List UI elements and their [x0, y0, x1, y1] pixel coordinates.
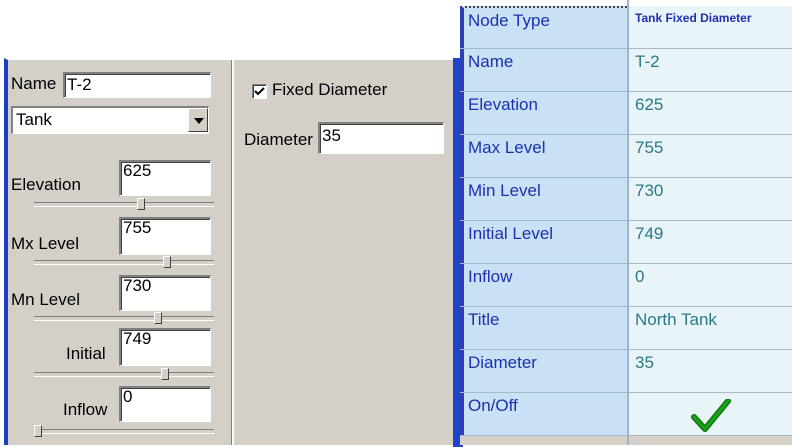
- slider-thumb[interactable]: [34, 425, 42, 437]
- slider-track: [34, 202, 214, 207]
- grid-row[interactable]: On/Off: [460, 393, 792, 436]
- elevation-label: Elevation: [11, 175, 81, 194]
- grid-property-name: Diameter: [460, 350, 627, 392]
- elevation-slider[interactable]: [34, 198, 214, 210]
- name-input[interactable]: T-2: [63, 72, 211, 98]
- max-level-slider[interactable]: [34, 256, 214, 268]
- grid-property-value[interactable]: 730: [629, 178, 792, 220]
- initial-input[interactable]: 749: [119, 328, 211, 366]
- name-label: Name: [11, 74, 57, 93]
- grid-property-name: Min Level: [460, 178, 627, 220]
- grid-property-name: On/Off: [460, 393, 627, 435]
- on-off-value[interactable]: [629, 393, 792, 435]
- grid-property-name: Title: [460, 307, 627, 349]
- initial-label: Initial: [66, 344, 106, 363]
- slider-thumb[interactable]: [161, 368, 169, 380]
- slider-track: [34, 260, 214, 265]
- diameter-input[interactable]: 35: [318, 122, 444, 154]
- panel-divider: [231, 60, 234, 445]
- slider-track: [34, 372, 214, 377]
- grid-row[interactable]: Diameter 35: [460, 350, 792, 393]
- grid-property-value[interactable]: 0: [629, 264, 792, 306]
- checkmark-icon: [254, 87, 265, 96]
- grid-row[interactable]: Inflow 0: [460, 264, 792, 307]
- grid-property-value[interactable]: 625: [629, 92, 792, 134]
- check-icon[interactable]: [691, 399, 731, 433]
- grid-property-value[interactable]: T-2: [629, 49, 792, 91]
- grid-row[interactable]: Name T-2: [460, 49, 792, 92]
- grid-property-name: Inflow: [460, 264, 627, 306]
- grid-property-name: Max Level: [460, 135, 627, 177]
- grid-property-value[interactable]: 755: [629, 135, 792, 177]
- grid-property-value[interactable]: 35: [629, 350, 792, 392]
- slider-thumb[interactable]: [163, 256, 171, 268]
- fixed-diameter-label: Fixed Diameter: [272, 80, 388, 99]
- node-type-value: Tank: [16, 110, 52, 129]
- slider-thumb[interactable]: [137, 198, 145, 210]
- grid-property-name: Initial Level: [460, 221, 627, 263]
- grid-row[interactable]: Elevation 625: [460, 92, 792, 135]
- inflow-slider[interactable]: [34, 425, 214, 437]
- fixed-diameter-checkbox[interactable]: [252, 84, 267, 99]
- diameter-label: Diameter: [244, 130, 313, 149]
- slider-track: [34, 429, 214, 434]
- grid-row[interactable]: Initial Level 749: [460, 221, 792, 264]
- min-level-input[interactable]: 730: [119, 275, 211, 311]
- grid-row[interactable]: Node Type Tank Fixed Diameter: [460, 6, 792, 49]
- grid-row[interactable]: Max Level 755: [460, 135, 792, 178]
- node-editor-panel: Name T-2 Tank Elevation 625 Mx Level 755…: [4, 58, 463, 447]
- inflow-label: Inflow: [63, 400, 108, 419]
- grid-row[interactable]: Min Level 730: [460, 178, 792, 221]
- slider-thumb[interactable]: [154, 312, 162, 324]
- grid-property-name: Name: [460, 49, 627, 91]
- elevation-input[interactable]: 625: [119, 160, 211, 196]
- slider-track: [34, 316, 214, 321]
- max-level-label: Mx Level: [11, 234, 80, 253]
- initial-slider[interactable]: [34, 368, 214, 380]
- property-grid: Node Type Tank Fixed Diameter Name T-2 Eleva…: [460, 0, 792, 445]
- grid-property-value[interactable]: Tank Fixed Diameter: [629, 6, 792, 48]
- min-level-label: Mn Level: [11, 290, 80, 309]
- grid-property-name: Elevation: [460, 92, 627, 134]
- inflow-input[interactable]: 0: [119, 386, 211, 422]
- grid-property-value[interactable]: North Tank: [629, 307, 792, 349]
- column-separator[interactable]: [627, 0, 629, 445]
- chevron-down-icon[interactable]: [188, 108, 208, 132]
- max-level-input[interactable]: 755: [119, 217, 211, 255]
- grid-property-name: Node Type: [460, 6, 627, 48]
- grid-property-value[interactable]: 749: [629, 221, 792, 263]
- grid-row[interactable]: Title North Tank: [460, 307, 792, 350]
- node-type-select[interactable]: Tank: [11, 106, 209, 134]
- min-level-slider[interactable]: [34, 312, 214, 324]
